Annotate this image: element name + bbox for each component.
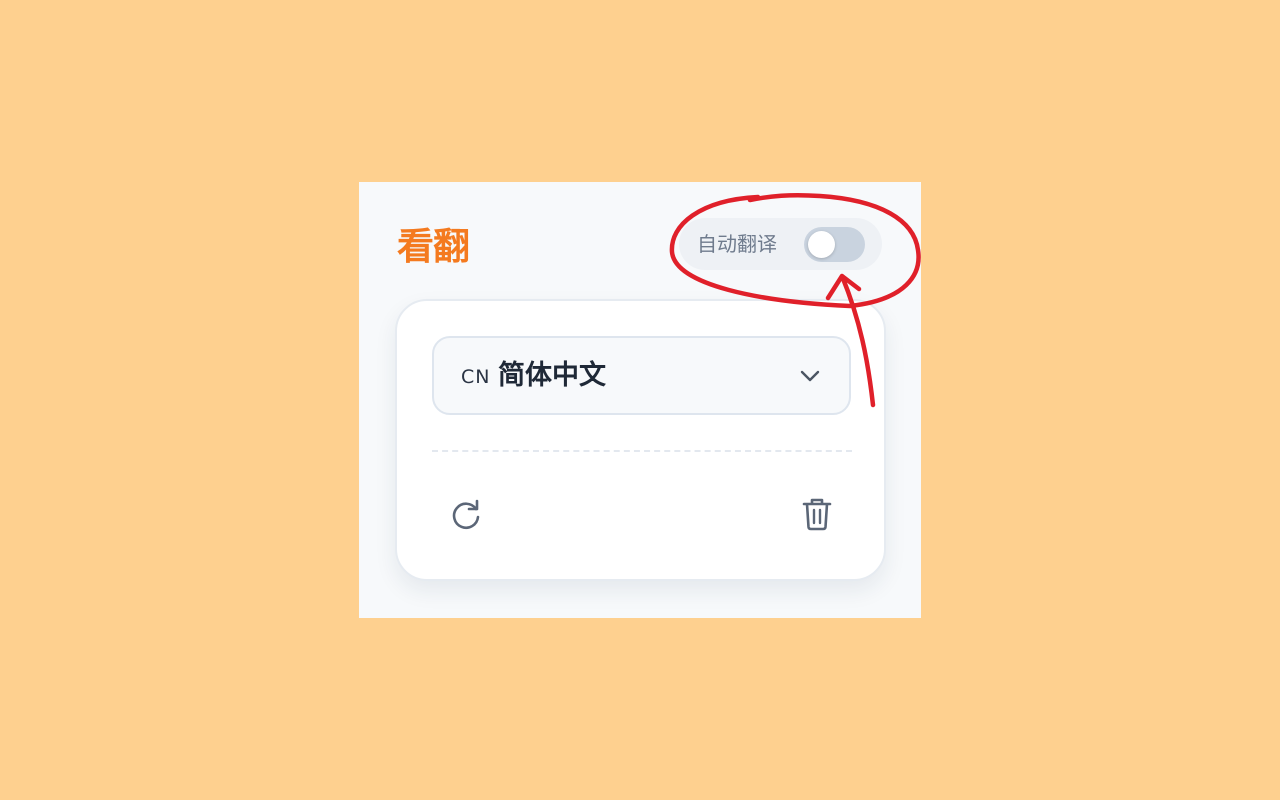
divider [432, 450, 852, 452]
language-code: CN [461, 366, 491, 388]
brand-title: 看翻 [397, 225, 470, 268]
language-select[interactable]: CN 简体中文 [432, 336, 851, 415]
auto-translate-label: 自动翻译 [697, 232, 777, 256]
auto-translate-toggle[interactable] [804, 227, 865, 262]
translation-card: CN 简体中文 [395, 299, 886, 581]
popup-panel: 看翻 自动翻译 CN 简体中文 [359, 182, 921, 618]
refresh-icon [452, 499, 480, 530]
toggle-knob [808, 231, 835, 258]
chevron-down-icon [800, 370, 820, 382]
language-name: 简体中文 [498, 360, 606, 391]
trash-icon [802, 498, 832, 531]
auto-translate-control: 自动翻译 [679, 218, 882, 270]
refresh-button[interactable] [445, 492, 489, 536]
delete-button[interactable] [795, 492, 839, 536]
